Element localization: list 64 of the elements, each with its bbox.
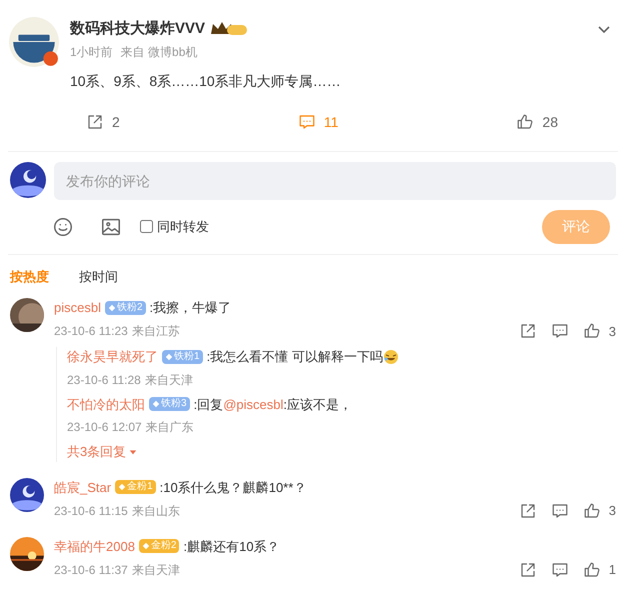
- like-button[interactable]: 28: [516, 112, 558, 132]
- like-icon: [516, 113, 534, 131]
- comment-button[interactable]: [550, 502, 569, 520]
- comment-location: 来自天津: [132, 562, 180, 579]
- comment-icon: [550, 322, 569, 340]
- sort-tab[interactable]: 按热度: [10, 266, 49, 286]
- share-button[interactable]: [518, 502, 537, 520]
- comment-text: :麒麟还有10系？: [183, 538, 280, 556]
- like-icon: [582, 322, 601, 340]
- like-button[interactable]: 3: [582, 501, 616, 520]
- comment-time: 23-10-6 11:15: [54, 502, 128, 520]
- comment-button[interactable]: 11: [298, 112, 338, 132]
- comment-button[interactable]: [550, 322, 569, 340]
- comment-icon: [550, 560, 569, 579]
- user-name[interactable]: 幸福的牛2008: [54, 536, 135, 556]
- fan-badge: 铁粉3: [149, 397, 190, 412]
- reply-time: 23-10-6 12:07: [67, 419, 142, 436]
- fan-badge: 铁粉2: [104, 300, 146, 315]
- like-icon: [582, 560, 601, 579]
- comment-text: :10系什么鬼？麒麟10**？: [160, 478, 306, 496]
- reply-location: 来自天津: [144, 372, 193, 388]
- comment-text: :我擦，牛爆了: [150, 299, 232, 317]
- fan-badge: 金粉2: [138, 539, 180, 554]
- post-time: 1小时前: [70, 44, 113, 60]
- comment-icon: [550, 502, 569, 520]
- user-name[interactable]: 徐永昊早就死了: [67, 347, 158, 366]
- comment-time: 23-10-6 11:37: [54, 562, 128, 579]
- repost-button[interactable]: 2: [86, 112, 120, 132]
- like-button[interactable]: 3: [582, 322, 616, 341]
- emoji-icon: [52, 216, 74, 238]
- comment-button[interactable]: [550, 560, 569, 579]
- share-button[interactable]: [518, 322, 537, 340]
- comment-location: 来自山东: [132, 502, 180, 520]
- more-replies-link[interactable]: 共3条回复: [67, 442, 138, 462]
- mention-link[interactable]: @piscesbl: [223, 396, 284, 412]
- comment-text: :我怎么看不懂 可以解释一下吗: [206, 348, 383, 366]
- reply-location: 来自广东: [146, 419, 194, 436]
- share-button[interactable]: [518, 560, 537, 579]
- comment-location: 来自江苏: [132, 323, 180, 340]
- repost-label: 同时转发: [157, 218, 209, 236]
- like-icon: [582, 502, 601, 520]
- sort-tab[interactable]: 按时间: [79, 266, 118, 286]
- user-name[interactable]: 皓宸_Star: [54, 478, 112, 497]
- post-text: 10系、9系、8系……10系非凡大师专属……: [70, 72, 342, 90]
- reply-time: 23-10-6 11:28: [67, 372, 141, 388]
- laughing-emoji-icon: [382, 348, 399, 365]
- fan-badge: 铁粉1: [162, 350, 203, 364]
- comment-time: 23-10-6 11:23: [54, 323, 128, 340]
- user-name[interactable]: piscesbl: [54, 298, 101, 318]
- user-name[interactable]: 不怕冷的太阳: [67, 394, 145, 414]
- comment-text: :回复@piscesbl:应该不是，: [194, 396, 352, 414]
- share-icon: [86, 113, 104, 131]
- author-name[interactable]: 数码科技大爆炸VVV: [70, 18, 206, 40]
- share-icon: [518, 502, 537, 520]
- fan-badge: 金粉1: [115, 480, 156, 494]
- share-icon: [518, 560, 537, 579]
- comment-icon: [298, 113, 316, 131]
- caret-icon: [129, 448, 138, 456]
- share-icon: [518, 322, 537, 340]
- submit-button[interactable]: 评论: [542, 210, 610, 244]
- post-source: 来自 微博bb机: [120, 44, 198, 60]
- like-button[interactable]: 1: [582, 560, 616, 580]
- comment-input[interactable]: 发布你的评论: [54, 162, 616, 200]
- repost-checkbox[interactable]: [140, 220, 153, 233]
